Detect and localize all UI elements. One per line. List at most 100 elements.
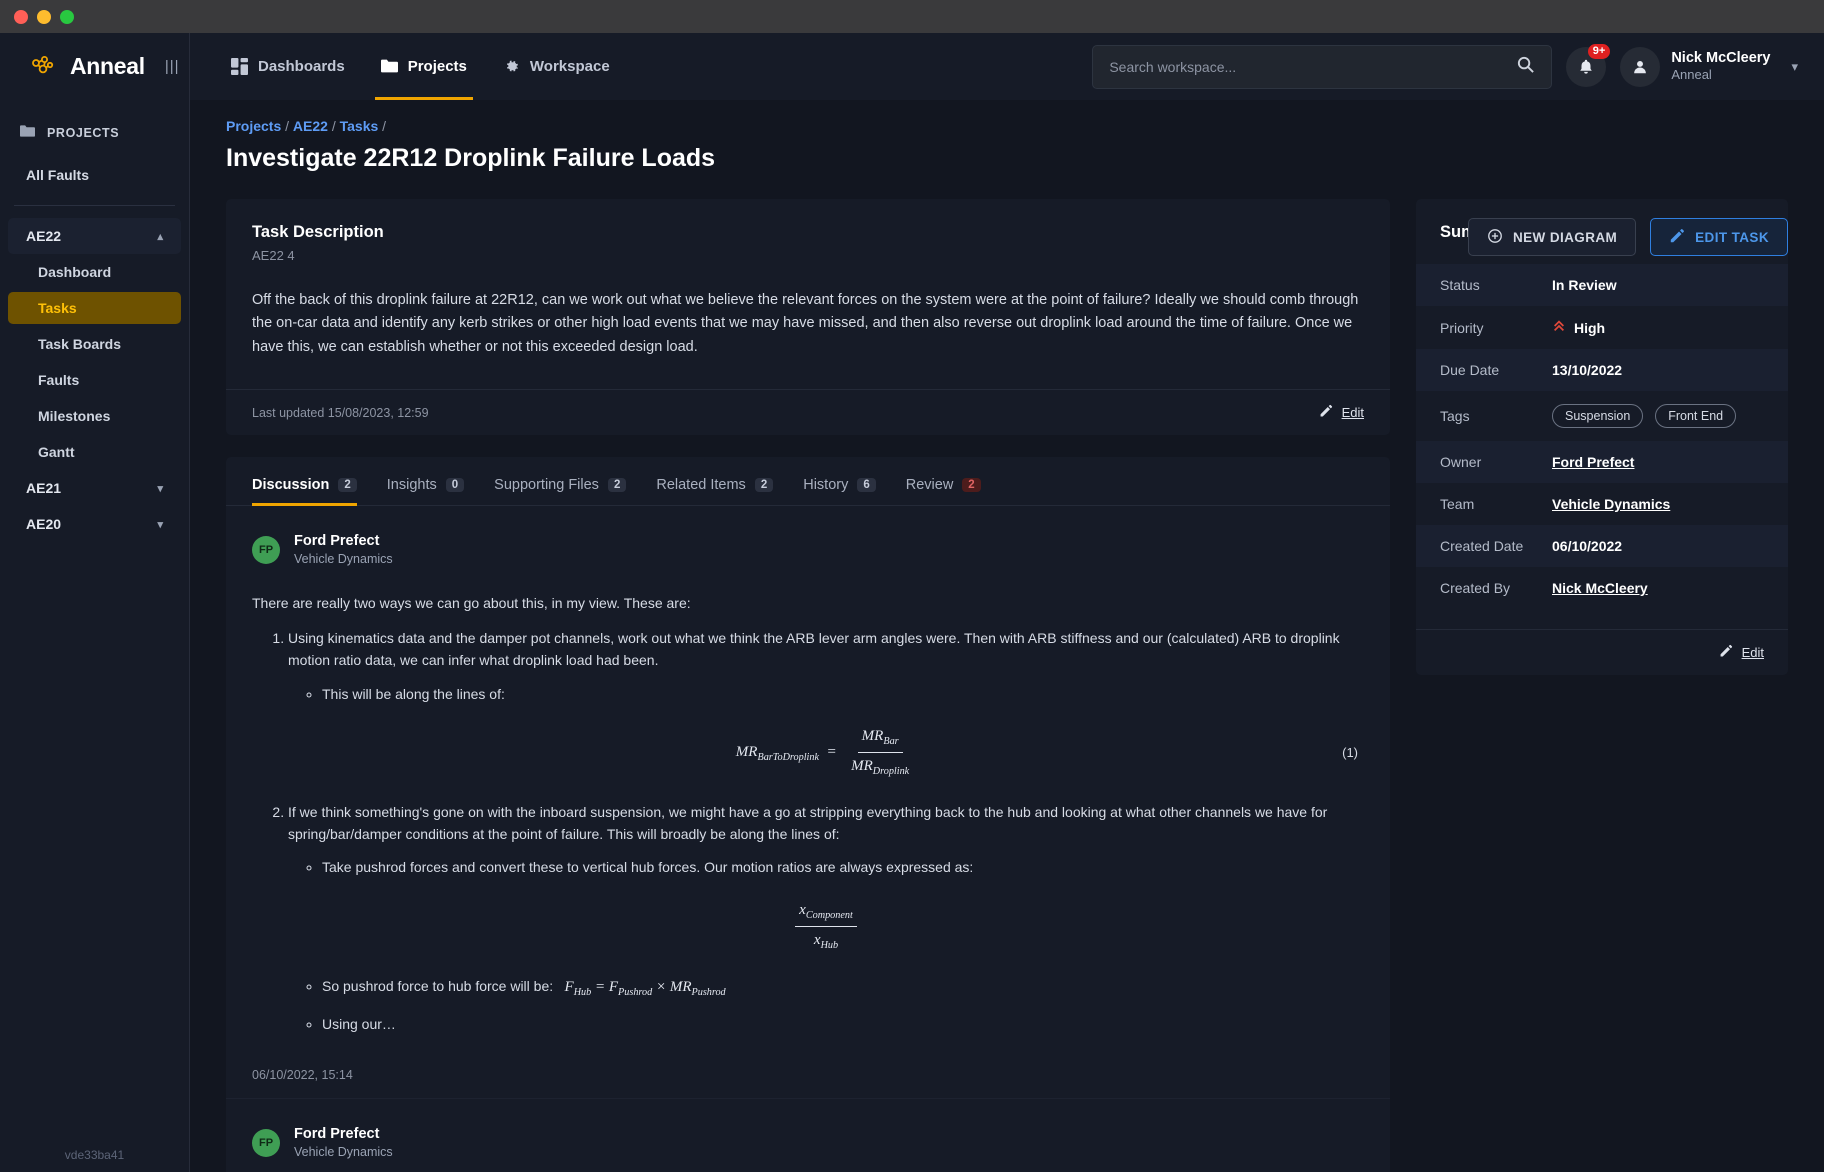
summary-row-status: Status In Review [1416,264,1788,306]
tab-insights-label: Insights [387,477,437,493]
window-minimize-button[interactable] [37,10,51,24]
summary-edit-label: Edit [1742,645,1764,660]
new-diagram-label: NEW DIAGRAM [1513,230,1617,245]
tag-chip[interactable]: Suspension [1552,404,1643,428]
search-box[interactable] [1092,45,1552,89]
search-input[interactable] [1109,59,1516,75]
tag-chip[interactable]: Front End [1655,404,1736,428]
tab-related-items-label: Related Items [656,477,745,493]
nav-item-projects[interactable]: Projects [365,33,483,100]
list-item: If we think something's gone on with the… [288,802,1364,1036]
tab-supporting-files-count: 2 [608,478,626,492]
post-intro: There are really two ways we can go abou… [252,593,1364,615]
task-description-edit-label: Edit [1342,405,1364,420]
post-sublist: This will be along the lines of: [322,684,1364,706]
post-team: Vehicle Dynamics [294,551,393,567]
task-description-edit-button[interactable]: Edit [1319,404,1364,421]
sidebar-item-milestones[interactable]: Milestones [8,400,181,432]
sidebar-item-tasks[interactable]: Tasks [8,292,181,324]
window-maximize-button[interactable] [60,10,74,24]
status-badge: In Review [1552,277,1617,293]
tab-review[interactable]: Review 2 [906,477,981,505]
chevron-down-icon[interactable]: ▾ [157,482,163,495]
sidebar-item-gantt[interactable]: Gantt [8,436,181,468]
right-column: Summary Status In Review Priority [1416,199,1788,1172]
sidebar-item-faults[interactable]: Faults [8,364,181,396]
task-description-card: Task Description AE22 4 Off the back of … [226,199,1390,435]
nav-item-dashboards[interactable]: Dashboards [215,33,361,100]
top-navigation-bar: Anneal ||| Dashboards Proje [0,33,1824,100]
tab-discussion[interactable]: Discussion 2 [252,477,357,505]
page-body: PROJECTS All Faults AE22 ▴ Dashboard Tas… [0,100,1824,1172]
equation-1-number: (1) [1342,743,1358,763]
summary-card: Summary Status In Review Priority [1416,199,1788,675]
tab-review-label: Review [906,477,954,493]
sidebar-build-id: vde33ba41 [0,1148,189,1162]
breadcrumb-ae22[interactable]: AE22 [293,118,328,134]
avatar[interactable] [1620,47,1660,87]
window-titlebar [0,0,1824,33]
team-link[interactable]: Vehicle Dynamics [1552,496,1670,512]
primary-nav: Dashboards Projects Workspace [190,33,626,100]
main-content: Projects / AE22 / Tasks / Investigate 22… [190,100,1824,1172]
sidebar-group-ae20[interactable]: AE20 ▾ [8,506,181,542]
priority-value: High [1552,319,1605,336]
eq1-den-sub: Droplink [873,766,909,777]
sidebar-item-all-faults[interactable]: All Faults [0,157,189,193]
tab-insights[interactable]: Insights 0 [387,477,464,505]
window-close-button[interactable] [14,10,28,24]
post-sublist: Take pushrod forces and convert these to… [322,857,1364,879]
breadcrumb-projects[interactable]: Projects [226,118,281,134]
list-item-text: If we think something's gone on with the… [288,804,1327,842]
user-org: Anneal [1671,67,1770,83]
sidebar-group-ae22[interactable]: AE22 ▴ [8,218,181,254]
user-name: Nick McCleery [1671,49,1770,67]
avatar: FP [252,536,280,564]
tab-history-label: History [803,477,848,493]
summary-table: Status In Review Priority [1416,264,1788,609]
sidebar-group-ae21[interactable]: AE21 ▾ [8,470,181,506]
summary-edit-button[interactable]: Edit [1719,644,1764,661]
tab-history-count: 6 [857,478,875,492]
tab-related-items[interactable]: Related Items 2 [656,477,773,505]
list-item-text: Using kinematics data and the damper pot… [288,630,1340,668]
chevron-down-icon[interactable]: ▾ [1791,59,1798,75]
summary-row-team: Team Vehicle Dynamics [1416,483,1788,525]
sidebar: PROJECTS All Faults AE22 ▴ Dashboard Tas… [0,100,190,1172]
tab-review-count: 2 [962,478,980,492]
application-window: Anneal ||| Dashboards Proje [0,33,1824,1172]
summary-key: Status [1440,277,1552,293]
pencil-icon [1319,404,1333,421]
tab-supporting-files[interactable]: Supporting Files 2 [494,477,626,505]
list-item: Take pushrod forces and convert these to… [322,857,1364,879]
nav-item-projects-label: Projects [408,58,467,75]
edit-task-button[interactable]: EDIT TASK [1650,218,1788,256]
sidebar-item-task-boards[interactable]: Task Boards [8,328,181,360]
panel-collapse-icon[interactable]: ||| [165,58,180,75]
eq1-num-sub: Bar [883,736,898,747]
post-author: Ford Prefect [294,532,393,551]
user-menu[interactable]: Nick McCleery Anneal ▾ [1620,47,1798,87]
eq3-lhs-sub: Hub [574,987,592,998]
owner-link[interactable]: Ford Prefect [1552,454,1634,470]
tab-insights-count: 0 [446,478,464,492]
created-by-link[interactable]: Nick McCleery [1552,580,1648,596]
chevron-up-icon[interactable]: ▴ [157,230,163,243]
post-sublist: So pushrod force to hub force will be: F… [322,976,1364,1037]
sidebar-item-dashboard[interactable]: Dashboard [8,256,181,288]
search-icon[interactable] [1516,55,1535,79]
task-description-last-updated: Last updated 15/08/2023, 12:59 [252,406,429,420]
task-description-subtitle: AE22 4 [252,248,1364,263]
breadcrumb-tasks[interactable]: Tasks [340,118,379,134]
chevron-down-icon[interactable]: ▾ [157,518,163,531]
nav-item-workspace[interactable]: Workspace [487,33,626,100]
eq3-rhs1-sub: Pushrod [618,987,652,998]
task-description-body: Off the back of this droplink failure at… [252,289,1364,389]
tab-history[interactable]: History 6 [803,477,876,505]
sidebar-header-label: PROJECTS [47,126,119,140]
new-diagram-button[interactable]: NEW DIAGRAM [1468,218,1636,256]
eq3-eq: = [595,979,605,995]
topnav-right: 9+ Nick McCleery Anneal ▾ [1092,33,1824,100]
notifications-button[interactable]: 9+ [1566,47,1606,87]
summary-key: Tags [1440,408,1552,424]
